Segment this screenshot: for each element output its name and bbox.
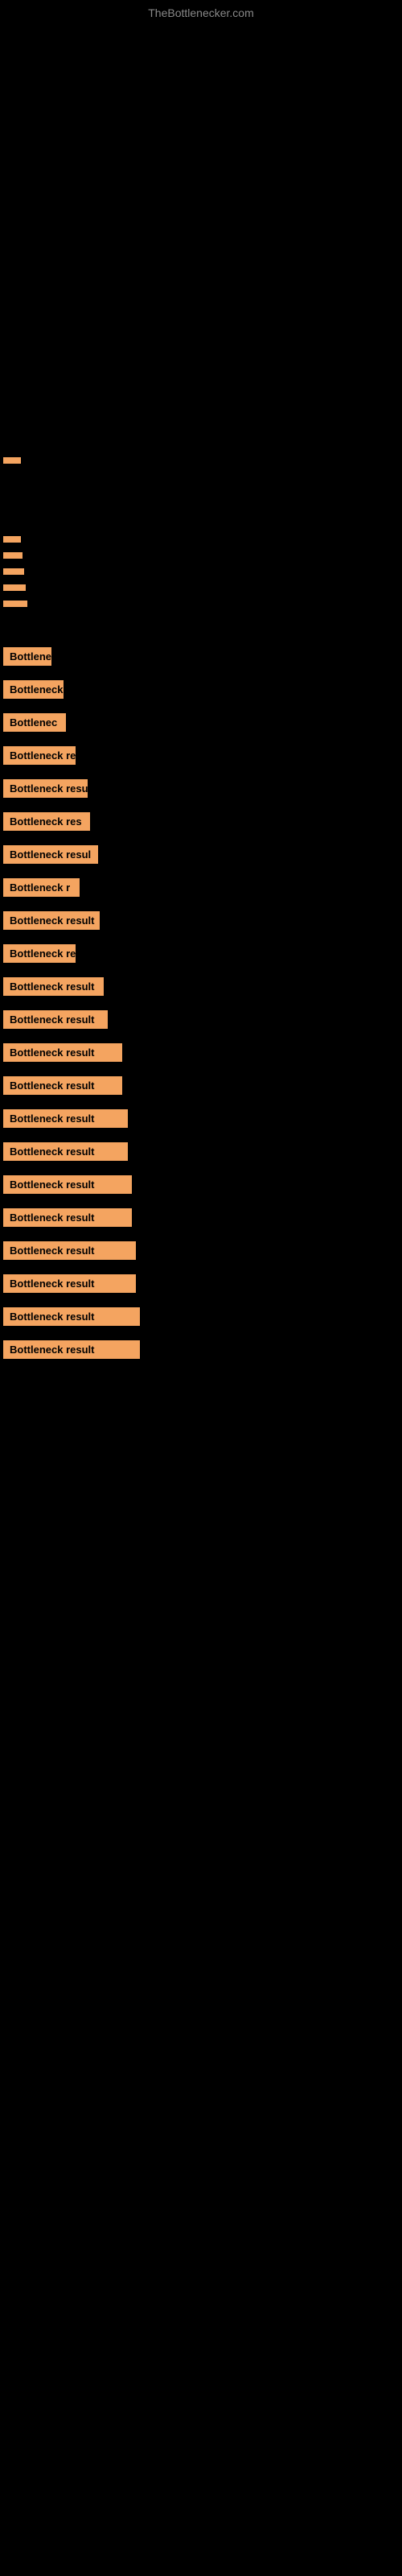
bottleneck-bar-1 [3,457,21,464]
bottleneck-bar-26: Bottleneck result [3,1274,136,1293]
bottleneck-bar-5 [3,584,26,591]
bottleneck-bar-6 [3,601,27,607]
bottleneck-bar-14: Bottleneck r [3,878,80,897]
bottleneck-bar-18: Bottleneck result [3,1010,108,1029]
bottleneck-bar-8: Bottleneck r [3,680,64,699]
bottleneck-bar-20: Bottleneck result [3,1076,122,1095]
bottleneck-bar-7: Bottlene [3,647,51,666]
bottleneck-bar-21: Bottleneck result [3,1109,128,1128]
bottleneck-bar-27: Bottleneck result [3,1307,140,1326]
bottleneck-bar-15: Bottleneck result [3,911,100,930]
bottleneck-bar-28: Bottleneck result [3,1340,140,1359]
bottleneck-bar-3 [3,552,23,559]
bottleneck-bar-19: Bottleneck result [3,1043,122,1062]
bottleneck-bar-9: Bottlenec [3,713,66,732]
bottleneck-bar-2 [3,536,21,543]
bottleneck-bar-11: Bottleneck result [3,779,88,798]
bottleneck-bar-23: Bottleneck result [3,1175,132,1194]
bottleneck-bar-22: Bottleneck result [3,1142,128,1161]
bottleneck-bar-24: Bottleneck result [3,1208,132,1227]
site-title: TheBottlenecker.com [0,0,402,23]
bottleneck-bar-13: Bottleneck resul [3,845,98,864]
bottleneck-bar-12: Bottleneck res [3,812,90,831]
bars-container: Bottlene Bottleneck r Bottlenec Bottleneck … [0,457,402,1359]
bottleneck-bar-4 [3,568,24,575]
bottleneck-bar-25: Bottleneck result [3,1241,136,1260]
bottleneck-bar-16: Bottleneck res [3,944,76,963]
bottleneck-bar-17: Bottleneck result [3,977,104,996]
bottleneck-bar-10: Bottleneck res [3,746,76,765]
